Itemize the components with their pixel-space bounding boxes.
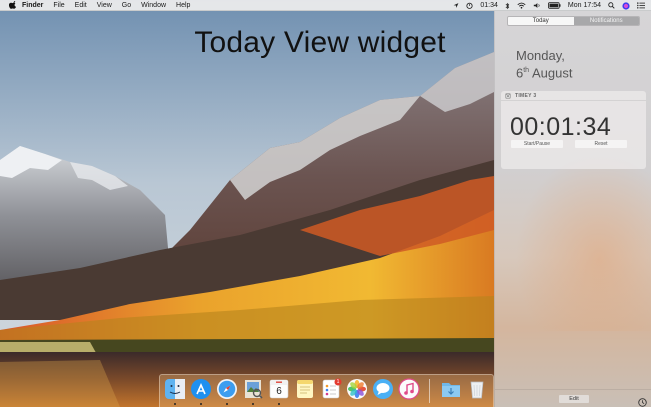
start-pause-button[interactable]: Start/Pause: [511, 140, 563, 148]
timer-readout[interactable]: 01:34: [480, 0, 498, 11]
notification-center-tabs: Today Notifications: [507, 16, 640, 26]
apple-logo-icon[interactable]: [9, 1, 16, 9]
calendar-icon[interactable]: 6: [268, 378, 290, 400]
siri-icon[interactable]: [622, 0, 630, 11]
settings-icon[interactable]: [638, 394, 647, 407]
location-icon[interactable]: [453, 0, 459, 11]
volume-icon[interactable]: [533, 0, 541, 11]
wifi-icon[interactable]: [517, 0, 526, 11]
battery-icon[interactable]: [547, 0, 561, 11]
dock-separator: [429, 379, 430, 403]
preview-icon[interactable]: [242, 378, 264, 400]
timer-app-icon: [505, 92, 511, 99]
tab-notifications[interactable]: Notifications: [573, 17, 639, 25]
menu-window[interactable]: Window: [141, 0, 166, 11]
photos-icon[interactable]: [346, 378, 368, 400]
trash-icon[interactable]: [466, 378, 488, 400]
menu-edit[interactable]: Edit: [75, 0, 87, 11]
date-month: August: [529, 65, 573, 81]
clock[interactable]: Mon 17:54: [568, 0, 601, 11]
preview-running-dot: [252, 403, 254, 405]
widget-buttons: Start/Pause Reset: [511, 140, 627, 148]
timer-display: 00:01:34: [510, 113, 612, 141]
bluetooth-icon[interactable]: [505, 0, 510, 11]
menu-file[interactable]: File: [53, 0, 64, 11]
itunes-icon[interactable]: [398, 378, 420, 400]
safari-icon[interactable]: [216, 378, 238, 400]
downloads-folder-icon[interactable]: [440, 378, 462, 400]
menu-help[interactable]: Help: [176, 0, 190, 11]
menu-bar-status-area: 01:34 Mon 17:54: [453, 0, 645, 11]
timey-widget: TIMEY 3 00:01:34 Start/Pause Reset: [501, 91, 646, 169]
reset-button[interactable]: Reset: [575, 140, 627, 148]
calendar-day: 6: [276, 386, 282, 397]
app-store-running-dot: [200, 403, 202, 405]
date-day-month: 6th August: [516, 63, 572, 80]
search-icon[interactable]: [608, 0, 615, 11]
calendar-running-dot: [278, 403, 280, 405]
notes-icon[interactable]: [294, 378, 316, 400]
menu-view[interactable]: View: [97, 0, 112, 11]
dock: 6 1: [159, 374, 494, 407]
reminders-icon[interactable]: 1: [320, 378, 342, 400]
reminders-badge: 1: [336, 379, 340, 385]
date-weekday: Monday,: [516, 48, 565, 63]
safari-running-dot: [226, 403, 228, 405]
panel-glow: [515, 151, 651, 331]
edit-button[interactable]: Edit: [559, 395, 589, 403]
menu-finder[interactable]: Finder: [22, 0, 43, 11]
menu-go[interactable]: Go: [122, 0, 131, 11]
notification-center-panel: Today Notifications Monday, 6th August T…: [494, 11, 651, 407]
finder-icon[interactable]: [164, 378, 186, 400]
messages-icon[interactable]: [372, 378, 394, 400]
today-date: Monday, 6th August: [516, 48, 572, 80]
overlay-title: Today View widget: [194, 26, 446, 59]
widget-title: TIMEY 3: [515, 92, 537, 99]
tab-today[interactable]: Today: [508, 17, 574, 25]
widget-header: TIMEY 3: [501, 91, 646, 101]
finder-running-dot: [174, 403, 176, 405]
app-store-icon[interactable]: [190, 378, 212, 400]
menu-bar: Finder File Edit View Go Window Help 01:…: [0, 0, 651, 11]
notification-center-footer: Edit: [495, 389, 651, 407]
timer-icon[interactable]: [466, 0, 473, 11]
notification-center-icon[interactable]: [637, 0, 645, 11]
